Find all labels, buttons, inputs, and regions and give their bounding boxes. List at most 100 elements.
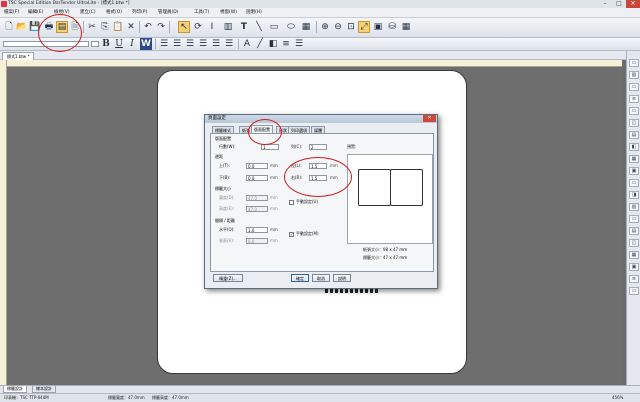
- tool-16-icon[interactable]: ◫: [629, 239, 639, 247]
- fill-color-icon[interactable]: ◧: [267, 38, 279, 50]
- tool-20-icon[interactable]: ▭: [629, 287, 639, 295]
- tool-4-icon[interactable]: ≡: [629, 95, 639, 103]
- hgap-input[interactable]: 1.0: [246, 227, 268, 233]
- label-object-barcode[interactable]: [325, 289, 379, 293]
- align-bottom-icon[interactable]: ☰: [223, 38, 235, 50]
- tool-10-icon[interactable]: ▣: [629, 167, 639, 175]
- annotation-circle-toolbar: [38, 14, 82, 52]
- top-margin-input[interactable]: 0.0: [246, 163, 268, 169]
- menu-tools[interactable]: 工具(T): [194, 8, 209, 17]
- tool-19-icon[interactable]: ≡: [629, 275, 639, 283]
- ellipse-icon[interactable]: ⬭: [283, 21, 299, 33]
- text-color-icon[interactable]: A: [241, 38, 253, 50]
- close-button[interactable]: ✕: [626, 0, 640, 8]
- margins-title: 邊距: [215, 154, 223, 159]
- rectangle-icon[interactable]: ▭: [266, 21, 282, 33]
- menu-manager[interactable]: 管理員(D): [158, 8, 178, 17]
- menu-window[interactable]: 視窗(W): [220, 8, 237, 17]
- tool-11-icon[interactable]: ▭: [629, 179, 639, 187]
- open-icon[interactable]: 📂: [16, 21, 28, 33]
- align-top-icon[interactable]: ☰: [210, 38, 222, 50]
- underline-button[interactable]: U: [113, 38, 125, 50]
- menu-help[interactable]: 說明(H): [246, 8, 262, 17]
- maximize-button[interactable]: □: [612, 0, 626, 8]
- document-tab[interactable]: 標式1.btw *: [2, 52, 35, 60]
- preview-label-2: [390, 169, 423, 206]
- cols-input[interactable]: 2: [309, 144, 327, 150]
- manual-gap-checkbox[interactable]: ✓: [289, 232, 294, 237]
- tool-5-icon[interactable]: ▭: [629, 107, 639, 115]
- align-left-icon[interactable]: ☰: [158, 38, 170, 50]
- line-width-icon[interactable]: ☰: [293, 38, 305, 50]
- help-button[interactable]: 說明: [333, 274, 351, 282]
- wizard-button[interactable]: 精靈(Z)...: [213, 274, 243, 282]
- tool-17-icon[interactable]: ▦: [629, 251, 639, 259]
- menu-edit[interactable]: 編輯(E): [28, 8, 43, 17]
- database-icon[interactable]: ⛁: [386, 21, 398, 33]
- menu-create[interactable]: 建立(C): [80, 8, 96, 17]
- tool-14-icon[interactable]: ▭: [629, 215, 639, 223]
- align-right-icon[interactable]: ☰: [184, 38, 196, 50]
- new-icon[interactable]: 🗋: [3, 21, 15, 33]
- menu-bar: 檔案(F) 編輯(E) 檢視(V) 建立(C) 格式(O) 列印(P) 管理員(…: [0, 8, 640, 18]
- tool-12-icon[interactable]: ◨: [629, 191, 639, 199]
- cancel-button[interactable]: 取消: [312, 274, 330, 282]
- align-justify-icon[interactable]: ☰: [197, 38, 209, 50]
- zoom-page-icon[interactable]: ⊡: [345, 21, 357, 33]
- tool-18-icon[interactable]: ▣: [629, 263, 639, 271]
- annotation-circle-layout-tab: [248, 119, 282, 145]
- tool-7-icon[interactable]: ▤: [629, 131, 639, 139]
- ok-button[interactable]: 確定: [291, 274, 309, 282]
- width-input[interactable]: 47.0: [246, 195, 268, 201]
- tool-8-icon[interactable]: ◧: [629, 143, 639, 151]
- tool-15-icon[interactable]: ▤: [629, 227, 639, 235]
- tool-1-icon[interactable]: ▭: [629, 59, 639, 67]
- menu-format[interactable]: 格式(O): [106, 8, 122, 17]
- italic-button[interactable]: I: [126, 38, 138, 50]
- bold-button[interactable]: B: [100, 38, 112, 50]
- menu-print[interactable]: 列印(P): [132, 8, 147, 17]
- cut-icon[interactable]: ✂: [86, 21, 98, 33]
- undo-icon[interactable]: ↶: [142, 21, 154, 33]
- zoom-in-icon[interactable]: ⊕: [319, 21, 331, 33]
- tool-9-icon[interactable]: ▦: [629, 155, 639, 163]
- tab-sample-design[interactable]: 樣本設計: [32, 386, 56, 393]
- minimize-button[interactable]: –: [598, 0, 612, 8]
- tool-13-icon[interactable]: ▥: [629, 203, 639, 211]
- height-input[interactable]: 47.0: [246, 206, 268, 212]
- zoom-fit-icon[interactable]: ⤢: [358, 21, 370, 33]
- font-size-select[interactable]: [91, 41, 99, 47]
- select-pointer-icon[interactable]: ↖: [178, 21, 190, 33]
- wordwrap-button[interactable]: W: [140, 38, 152, 50]
- copy-icon[interactable]: ⎘: [99, 21, 111, 33]
- grid-icon[interactable]: ▦: [400, 21, 412, 33]
- tab-label-design[interactable]: 標籤設計: [3, 386, 27, 393]
- paste-icon[interactable]: 📋: [112, 21, 124, 33]
- picture-icon[interactable]: ▦: [300, 21, 312, 33]
- label-size-title: 標籤大小: [215, 186, 231, 191]
- tool-2-icon[interactable]: ▥: [629, 71, 639, 79]
- tool-6-icon[interactable]: ◫: [629, 119, 639, 127]
- layout-icon[interactable]: ▣: [372, 21, 384, 33]
- redo-icon[interactable]: ↷: [155, 21, 167, 33]
- bottom-margin-input[interactable]: 0.0: [246, 175, 268, 181]
- vgap-input[interactable]: 0.0: [246, 238, 268, 244]
- zoom-out-icon[interactable]: ⊖: [332, 21, 344, 33]
- line-style-icon[interactable]: ≡: [280, 38, 292, 50]
- tool-3-icon[interactable]: ▭: [629, 83, 639, 91]
- delete-icon[interactable]: ✕: [125, 21, 137, 33]
- barcode-icon[interactable]: ▥: [222, 21, 234, 33]
- manual-size-checkbox[interactable]: [289, 200, 294, 205]
- rotate-icon[interactable]: ⟳: [192, 21, 204, 33]
- manual-size-label: 手動設定(U): [296, 199, 319, 204]
- gap-title: 間隔 / 距離: [215, 218, 235, 223]
- format-toolbar: B U I W ☰ ☰ ☰ ☰ ☰ ☰ A ╱ ◧ ≡ ☰: [0, 38, 640, 51]
- text-tool-icon[interactable]: T: [238, 21, 250, 33]
- dialog-close-button[interactable]: ✕: [423, 115, 436, 122]
- line-color-icon[interactable]: ╱: [254, 38, 266, 50]
- align-center-icon[interactable]: ☰: [171, 38, 183, 50]
- menu-file[interactable]: 檔案(F): [4, 8, 19, 17]
- height-label: 高度(E):: [219, 206, 234, 211]
- text-cursor-icon[interactable]: I: [206, 21, 218, 33]
- line-icon[interactable]: ╲: [253, 21, 265, 33]
